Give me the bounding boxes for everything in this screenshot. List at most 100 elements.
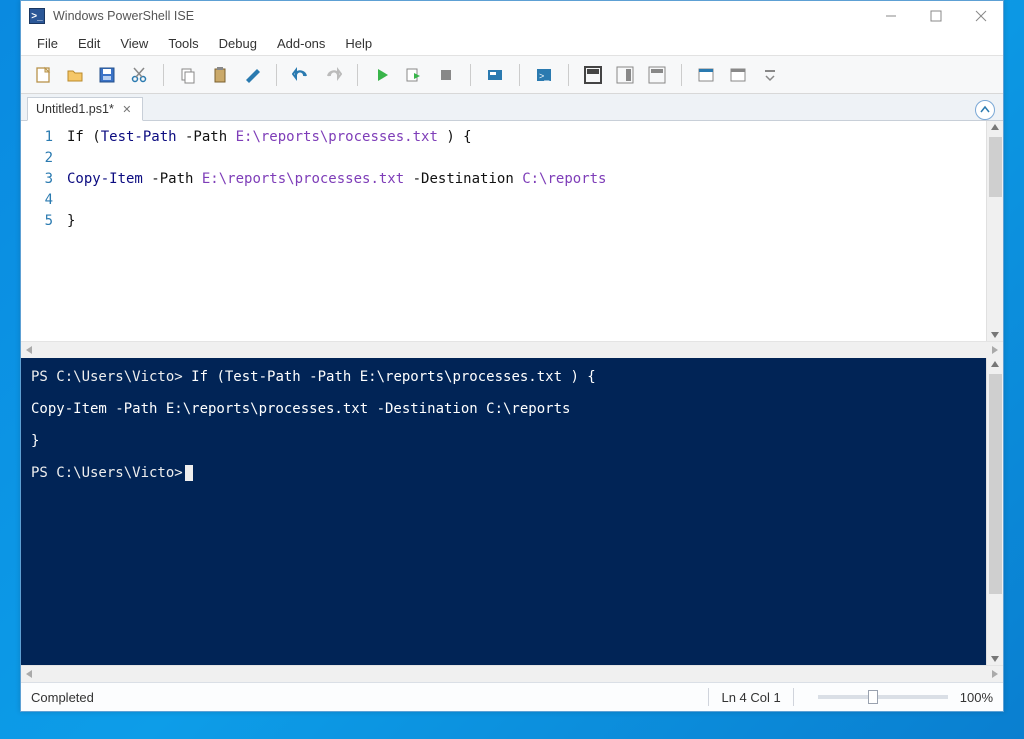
run-selection-button[interactable] (400, 61, 428, 89)
menu-help[interactable]: Help (335, 33, 382, 54)
cut-button[interactable] (125, 61, 153, 89)
toolbar-separator (276, 64, 277, 86)
editor-pane: 1 2 3 4 5 If (Test-Path -Path E:\reports… (21, 121, 1003, 341)
maximize-icon (930, 10, 942, 22)
chevron-up-icon (980, 105, 990, 115)
pane-top-icon (584, 66, 602, 84)
paste-button[interactable] (206, 61, 234, 89)
menu-file[interactable]: File (27, 33, 68, 54)
status-separator (708, 688, 709, 706)
eraser-icon (243, 66, 261, 84)
code-editor[interactable]: If (Test-Path -Path E:\reports\processes… (63, 121, 986, 341)
console-hscrollbar[interactable] (21, 665, 1003, 682)
cursor-icon (185, 465, 193, 481)
console-pane[interactable]: PS C:\Users\Victo> If (Test-Path -Path E… (21, 358, 986, 665)
redo-button[interactable] (319, 61, 347, 89)
show-script-pane-right-button[interactable] (611, 61, 639, 89)
console-prompt: PS C:\Users\Victo> (31, 465, 183, 481)
new-remote-button[interactable] (481, 61, 509, 89)
toolbar: >_ (21, 56, 1003, 94)
toolbar-separator (519, 64, 520, 86)
show-command-button[interactable] (692, 61, 720, 89)
status-separator (793, 688, 794, 706)
clipboard-icon (211, 66, 229, 84)
close-icon (975, 10, 987, 22)
minimize-icon (885, 10, 897, 22)
copy-button[interactable] (174, 61, 202, 89)
run-button[interactable] (368, 61, 396, 89)
toolbar-separator (568, 64, 569, 86)
menubar: File Edit View Tools Debug Add-ons Help (21, 31, 1003, 56)
status-left: Completed (31, 690, 94, 705)
window-title: Windows PowerShell ISE (53, 9, 194, 23)
stop-icon (437, 66, 455, 84)
editor-tab[interactable]: Untitled1.ps1* ✕ (27, 97, 143, 121)
copy-icon (179, 66, 197, 84)
toolbar-separator (163, 64, 164, 86)
show-command-window-button[interactable] (724, 61, 752, 89)
scissors-icon (130, 66, 148, 84)
redo-icon (324, 66, 342, 84)
undo-icon (292, 66, 310, 84)
line-number: 1 (21, 127, 53, 148)
show-script-pane-top-button[interactable] (579, 61, 607, 89)
console-vscrollbar[interactable] (986, 358, 1003, 665)
editor-hscrollbar[interactable] (21, 341, 1003, 358)
toolbar-separator (681, 64, 682, 86)
new-button[interactable] (29, 61, 57, 89)
line-gutter: 1 2 3 4 5 (21, 121, 63, 341)
editor-vscrollbar[interactable] (986, 121, 1003, 341)
slider-thumb-icon[interactable] (868, 690, 878, 704)
menu-tools[interactable]: Tools (158, 33, 208, 54)
statusbar: Completed Ln 4 Col 1 100% (21, 682, 1003, 711)
toolbar-overflow[interactable] (756, 61, 784, 89)
menu-edit[interactable]: Edit (68, 33, 110, 54)
app-window: >_ Windows PowerShell ISE File Edit View… (20, 0, 1004, 712)
save-button[interactable] (93, 61, 121, 89)
line-number: 5 (21, 211, 53, 232)
chevron-down-icon (765, 68, 775, 82)
remote-tab-icon (486, 66, 504, 84)
new-file-icon (34, 66, 52, 84)
show-script-pane-max-button[interactable] (643, 61, 671, 89)
command-addon-icon (697, 66, 715, 84)
line-number: 3 (21, 169, 53, 190)
toolbar-separator (357, 64, 358, 86)
undo-button[interactable] (287, 61, 315, 89)
command-window-icon (729, 66, 747, 84)
menu-addons[interactable]: Add-ons (267, 33, 335, 54)
toolbar-separator (470, 64, 471, 86)
status-position: Ln 4 Col 1 (721, 690, 780, 705)
start-powershell-button[interactable]: >_ (530, 61, 558, 89)
zoom-slider[interactable] (818, 695, 948, 699)
pane-right-icon (616, 66, 634, 84)
play-selection-icon (405, 66, 423, 84)
collapse-script-pane-button[interactable] (975, 100, 995, 120)
minimize-button[interactable] (868, 1, 913, 31)
tab-close-button[interactable]: ✕ (120, 102, 134, 116)
tab-label: Untitled1.ps1* (36, 102, 114, 116)
save-icon (98, 66, 116, 84)
console-wrap: PS C:\Users\Victo> If (Test-Path -Path E… (21, 358, 1003, 665)
svg-text:>_: >_ (539, 71, 550, 81)
folder-open-icon (66, 66, 84, 84)
console-line: Copy-Item -Path E:\reports\processes.txt… (31, 398, 976, 420)
console-line: } (31, 430, 976, 452)
console-prompt: PS C:\Users\Victo> (31, 369, 191, 385)
zoom-label: 100% (960, 690, 993, 705)
close-button[interactable] (958, 1, 1003, 31)
menu-debug[interactable]: Debug (209, 33, 267, 54)
stop-button[interactable] (432, 61, 460, 89)
titlebar: >_ Windows PowerShell ISE (21, 1, 1003, 31)
window-controls (868, 1, 1003, 31)
menu-view[interactable]: View (110, 33, 158, 54)
line-number: 2 (21, 148, 53, 169)
powershell-icon: >_ (535, 66, 553, 84)
pane-max-icon (648, 66, 666, 84)
tab-strip: Untitled1.ps1* ✕ (21, 94, 1003, 121)
play-icon (373, 66, 391, 84)
maximize-button[interactable] (913, 1, 958, 31)
clear-button[interactable] (238, 61, 266, 89)
line-number: 4 (21, 190, 53, 211)
open-button[interactable] (61, 61, 89, 89)
